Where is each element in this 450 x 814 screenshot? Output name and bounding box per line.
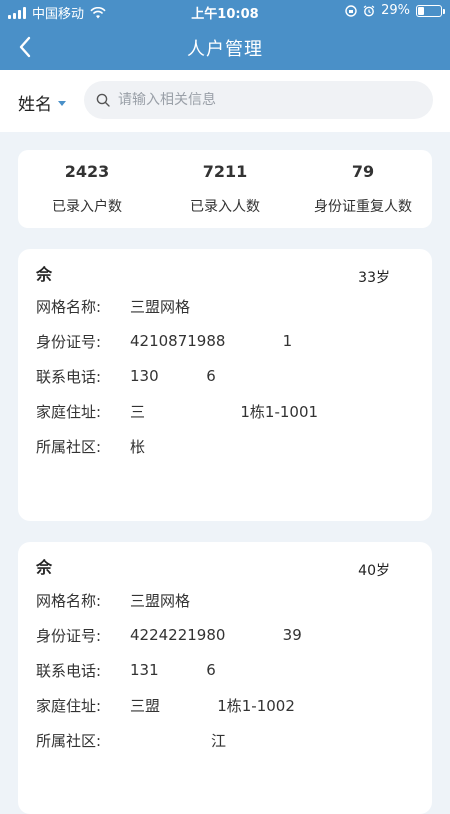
record-row-address: 家庭住址: 三盟 1栋1-1002 xyxy=(36,692,295,718)
field-label: 家庭住址: xyxy=(36,696,102,715)
record-row-id: 身份证号: 4210871988 1 xyxy=(36,328,292,354)
filter-label: 姓名 xyxy=(18,95,52,115)
field-value: 130 6 xyxy=(130,367,216,385)
field-label: 网格名称: xyxy=(36,591,102,610)
stat-value: 2423 xyxy=(64,162,110,181)
record-row-grid: 网格名称: 三盟网格 xyxy=(36,587,190,613)
field-value: 三盟网格 xyxy=(130,297,191,316)
app-header: 中国移动 上午10:08 29% 人户管理 xyxy=(0,0,450,70)
field-value: 4224221980 39 xyxy=(130,626,302,644)
record-name: 佘 xyxy=(36,558,53,577)
record-age: 40岁 xyxy=(358,563,390,579)
record-row-community: 所属社区: 江 xyxy=(36,727,226,753)
field-value: 枨 xyxy=(130,437,146,456)
battery-percent: 29% xyxy=(381,3,410,18)
record-row-phone: 联系电话: 131 6 xyxy=(36,657,216,683)
search-input[interactable] xyxy=(118,92,418,108)
alarm-icon xyxy=(363,5,375,16)
field-value: 三盟网格 xyxy=(130,591,191,610)
field-label: 联系电话: xyxy=(36,661,102,680)
record-name: 佘 xyxy=(36,265,53,284)
field-label: 身份证号: xyxy=(36,626,102,645)
record-row-id: 身份证号: 4224221980 39 xyxy=(36,622,302,648)
field-label: 网格名称: xyxy=(36,297,102,316)
stat-duplicate-ids: 79 身份证重复人数 xyxy=(294,150,432,228)
field-label: 所属社区: xyxy=(36,437,102,456)
record-row-phone: 联系电话: 130 6 xyxy=(36,363,216,389)
stat-value: 7211 xyxy=(202,162,248,181)
search-box[interactable] xyxy=(84,81,433,119)
field-label: 家庭住址: xyxy=(36,402,102,421)
caret-down-icon xyxy=(58,101,66,106)
stat-label: 身份证重复人数 xyxy=(314,199,412,215)
field-label: 身份证号: xyxy=(36,332,102,351)
record-age: 33岁 xyxy=(358,270,390,286)
field-value: 江 xyxy=(130,731,227,750)
nav-bar: 人户管理 xyxy=(0,24,450,70)
search-icon xyxy=(96,93,110,107)
page-title: 人户管理 xyxy=(187,39,263,60)
filter-dropdown[interactable]: 姓名 xyxy=(18,90,66,115)
stat-label: 已录入人数 xyxy=(190,199,260,215)
status-bar: 中国移动 上午10:08 29% xyxy=(0,0,450,24)
record-row-grid: 网格名称: 三盟网格 xyxy=(36,293,190,319)
record-card[interactable]: 佘 33岁 网格名称: 三盟网格 身份证号: 4210871988 1 联系电话… xyxy=(18,249,432,521)
field-value: 三 1栋1-1001 xyxy=(130,402,319,421)
field-label: 联系电话: xyxy=(36,367,102,386)
field-value: 三盟 1栋1-1002 xyxy=(130,696,295,715)
stat-label: 已录入户数 xyxy=(52,199,122,215)
stat-persons: 7211 已录入人数 xyxy=(156,150,294,228)
stat-value: 79 xyxy=(351,162,375,181)
stat-households: 2423 已录入户数 xyxy=(18,150,156,228)
record-row-address: 家庭住址: 三 1栋1-1001 xyxy=(36,398,318,424)
search-row: 姓名 xyxy=(0,70,450,132)
record-card[interactable]: 佘 40岁 网格名称: 三盟网格 身份证号: 4224221980 39 联系电… xyxy=(18,542,432,814)
battery-level xyxy=(418,6,424,15)
record-row-community: 所属社区: 枨 xyxy=(36,433,145,459)
battery-icon xyxy=(416,4,445,17)
field-label: 所属社区: xyxy=(36,731,102,750)
field-value: 131 6 xyxy=(130,661,216,679)
stats-card: 2423 已录入户数 7211 已录入人数 79 身份证重复人数 xyxy=(18,150,432,228)
field-value: 4210871988 1 xyxy=(130,332,293,350)
rotation-lock-icon xyxy=(345,4,357,17)
